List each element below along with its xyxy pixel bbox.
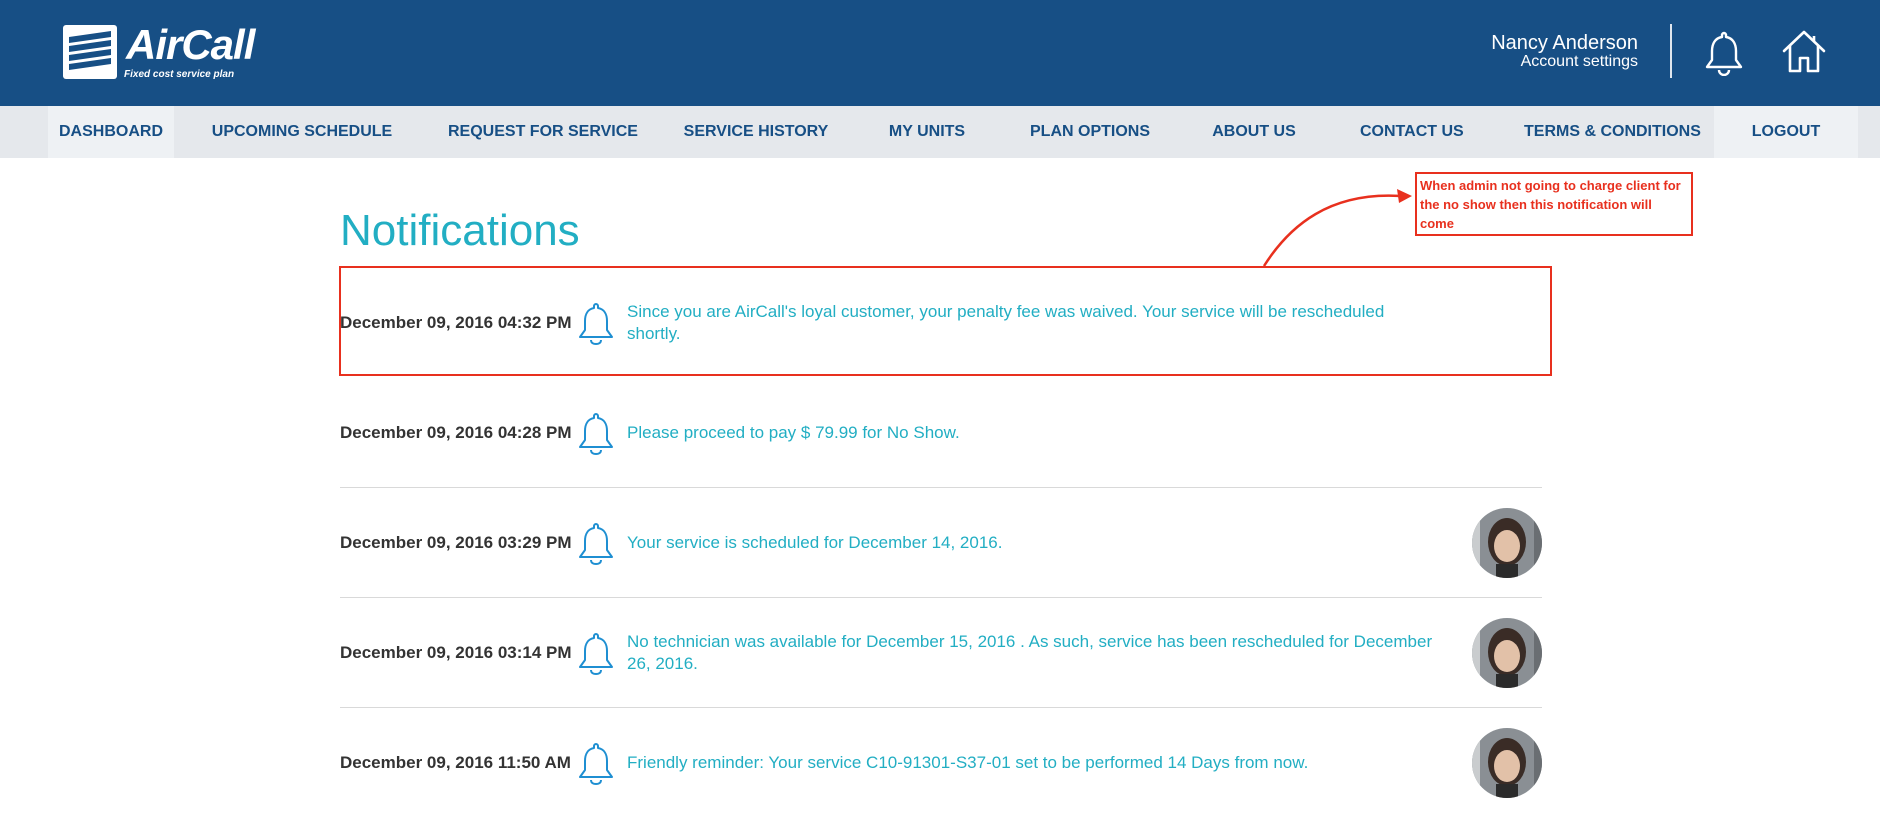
nav-my-units[interactable]: MY UNITS: [884, 106, 970, 158]
nav-logout[interactable]: LOGOUT: [1714, 106, 1858, 158]
account-settings-link[interactable]: Account settings: [1521, 53, 1638, 71]
notification-message: Friendly reminder: Your service C10-9130…: [627, 753, 1309, 772]
technician-avatar[interactable]: [1472, 728, 1542, 798]
user-name: Nancy Anderson: [1491, 32, 1638, 54]
nav-about-us[interactable]: ABOUT US: [1210, 106, 1298, 158]
notification-message: No technician was available for December…: [627, 632, 1433, 673]
notification-row[interactable]: December 09, 2016 03:29 PM Your service …: [340, 488, 1542, 598]
notification-timestamp: December 09, 2016 04:28 PM: [340, 423, 572, 442]
notification-timestamp: December 09, 2016 11:50 AM: [340, 753, 571, 772]
nav-contact-us[interactable]: CONTACT US: [1360, 106, 1464, 158]
notification-message: Please proceed to pay $ 79.99 for No Sho…: [627, 423, 960, 442]
nav-upcoming-schedule[interactable]: UPCOMING SCHEDULE: [210, 106, 394, 158]
home-icon[interactable]: [1781, 28, 1827, 78]
bell-icon[interactable]: [1703, 30, 1745, 80]
top-header: AirCall Fixed cost service plan Nancy An…: [0, 0, 1880, 106]
technician-avatar[interactable]: [1472, 508, 1542, 578]
notification-row[interactable]: December 09, 2016 11:50 AM Friendly remi…: [340, 708, 1542, 818]
bell-icon: [576, 411, 616, 456]
logo-tagline: Fixed cost service plan: [124, 69, 235, 80]
annotation-note: When admin not going to charge client fo…: [1415, 172, 1693, 236]
notification-row[interactable]: December 09, 2016 04:28 PM Please procee…: [340, 378, 1542, 488]
bell-icon: [576, 631, 616, 676]
notification-row[interactable]: December 09, 2016 03:14 PM No technician…: [340, 598, 1542, 708]
notification-message: Your service is scheduled for December 1…: [627, 533, 1003, 552]
bell-icon: [576, 521, 616, 566]
notification-timestamp: December 09, 2016 03:29 PM: [340, 533, 572, 552]
annotation-highlight-box: [339, 266, 1552, 376]
technician-avatar[interactable]: [1472, 618, 1542, 688]
logo-wordmark[interactable]: AirCall: [126, 24, 255, 66]
main-nav: DASHBOARD UPCOMING SCHEDULE REQUEST FOR …: [0, 106, 1880, 158]
bell-icon: [576, 741, 616, 786]
header-divider: [1670, 24, 1672, 78]
nav-service-history[interactable]: SERVICE HISTORY: [683, 106, 829, 158]
notification-timestamp: December 09, 2016 03:14 PM: [340, 643, 572, 662]
aircall-logo-icon[interactable]: [63, 25, 117, 79]
page-title: Notifications: [340, 206, 580, 255]
nav-plan-options[interactable]: PLAN OPTIONS: [1030, 106, 1150, 158]
nav-request-for-service[interactable]: REQUEST FOR SERVICE: [448, 106, 638, 158]
nav-terms-conditions[interactable]: TERMS & CONDITIONS: [1524, 106, 1701, 158]
nav-dashboard[interactable]: DASHBOARD: [48, 106, 174, 158]
